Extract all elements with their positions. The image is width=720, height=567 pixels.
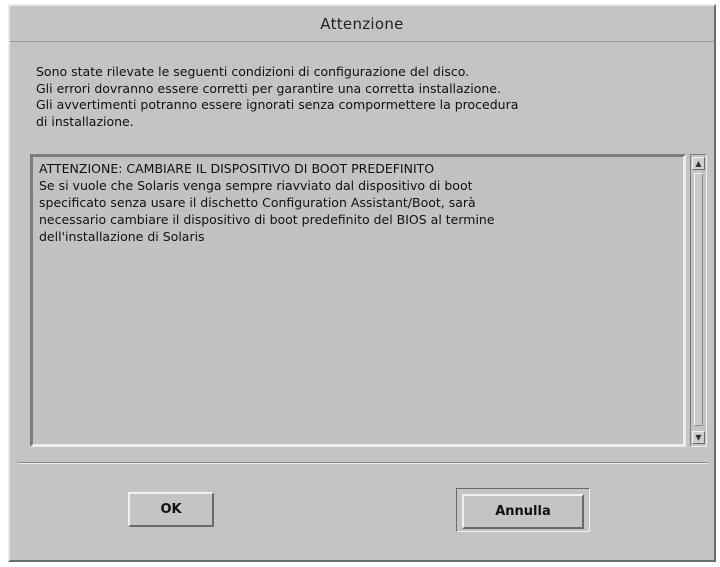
intro-line: di installazione. <box>36 113 134 129</box>
message-text-area[interactable]: ATTENZIONE: CAMBIARE IL DISPOSITIVO DI B… <box>30 154 686 447</box>
message-line: dell'installazione di Solaris <box>39 229 205 244</box>
intro-text: Sono state rilevate le seguenti condizio… <box>36 64 686 130</box>
separator <box>18 462 708 464</box>
warning-dialog: Attenzione Sono state rilevate le seguen… <box>8 4 716 562</box>
dialog-title: Attenzione <box>320 14 404 33</box>
dialog-titlebar: Attenzione <box>10 6 714 42</box>
message-line: specificato senza usare il dischetto Con… <box>39 195 476 210</box>
ok-button[interactable]: OK <box>128 492 214 527</box>
message-line: ATTENZIONE: CAMBIARE IL DISPOSITIVO DI B… <box>39 161 435 176</box>
vertical-scrollbar[interactable]: ▲ ▼ <box>690 154 707 447</box>
message-line: Se si vuole che Solaris venga sempre ria… <box>39 178 473 193</box>
intro-line: Gli errori dovranno essere corretti per … <box>36 80 501 96</box>
arrow-up-icon[interactable]: ▲ <box>692 157 705 170</box>
arrow-down-icon[interactable]: ▼ <box>692 431 705 444</box>
message-line: necessario cambiare il dispositivo di bo… <box>39 212 495 227</box>
intro-line: Sono state rilevate le seguenti condizio… <box>36 64 470 79</box>
intro-line: Gli avvertimenti potranno essere ignorat… <box>36 97 519 112</box>
scroll-trough[interactable] <box>694 173 703 426</box>
cancel-button[interactable]: Annulla <box>462 494 584 529</box>
